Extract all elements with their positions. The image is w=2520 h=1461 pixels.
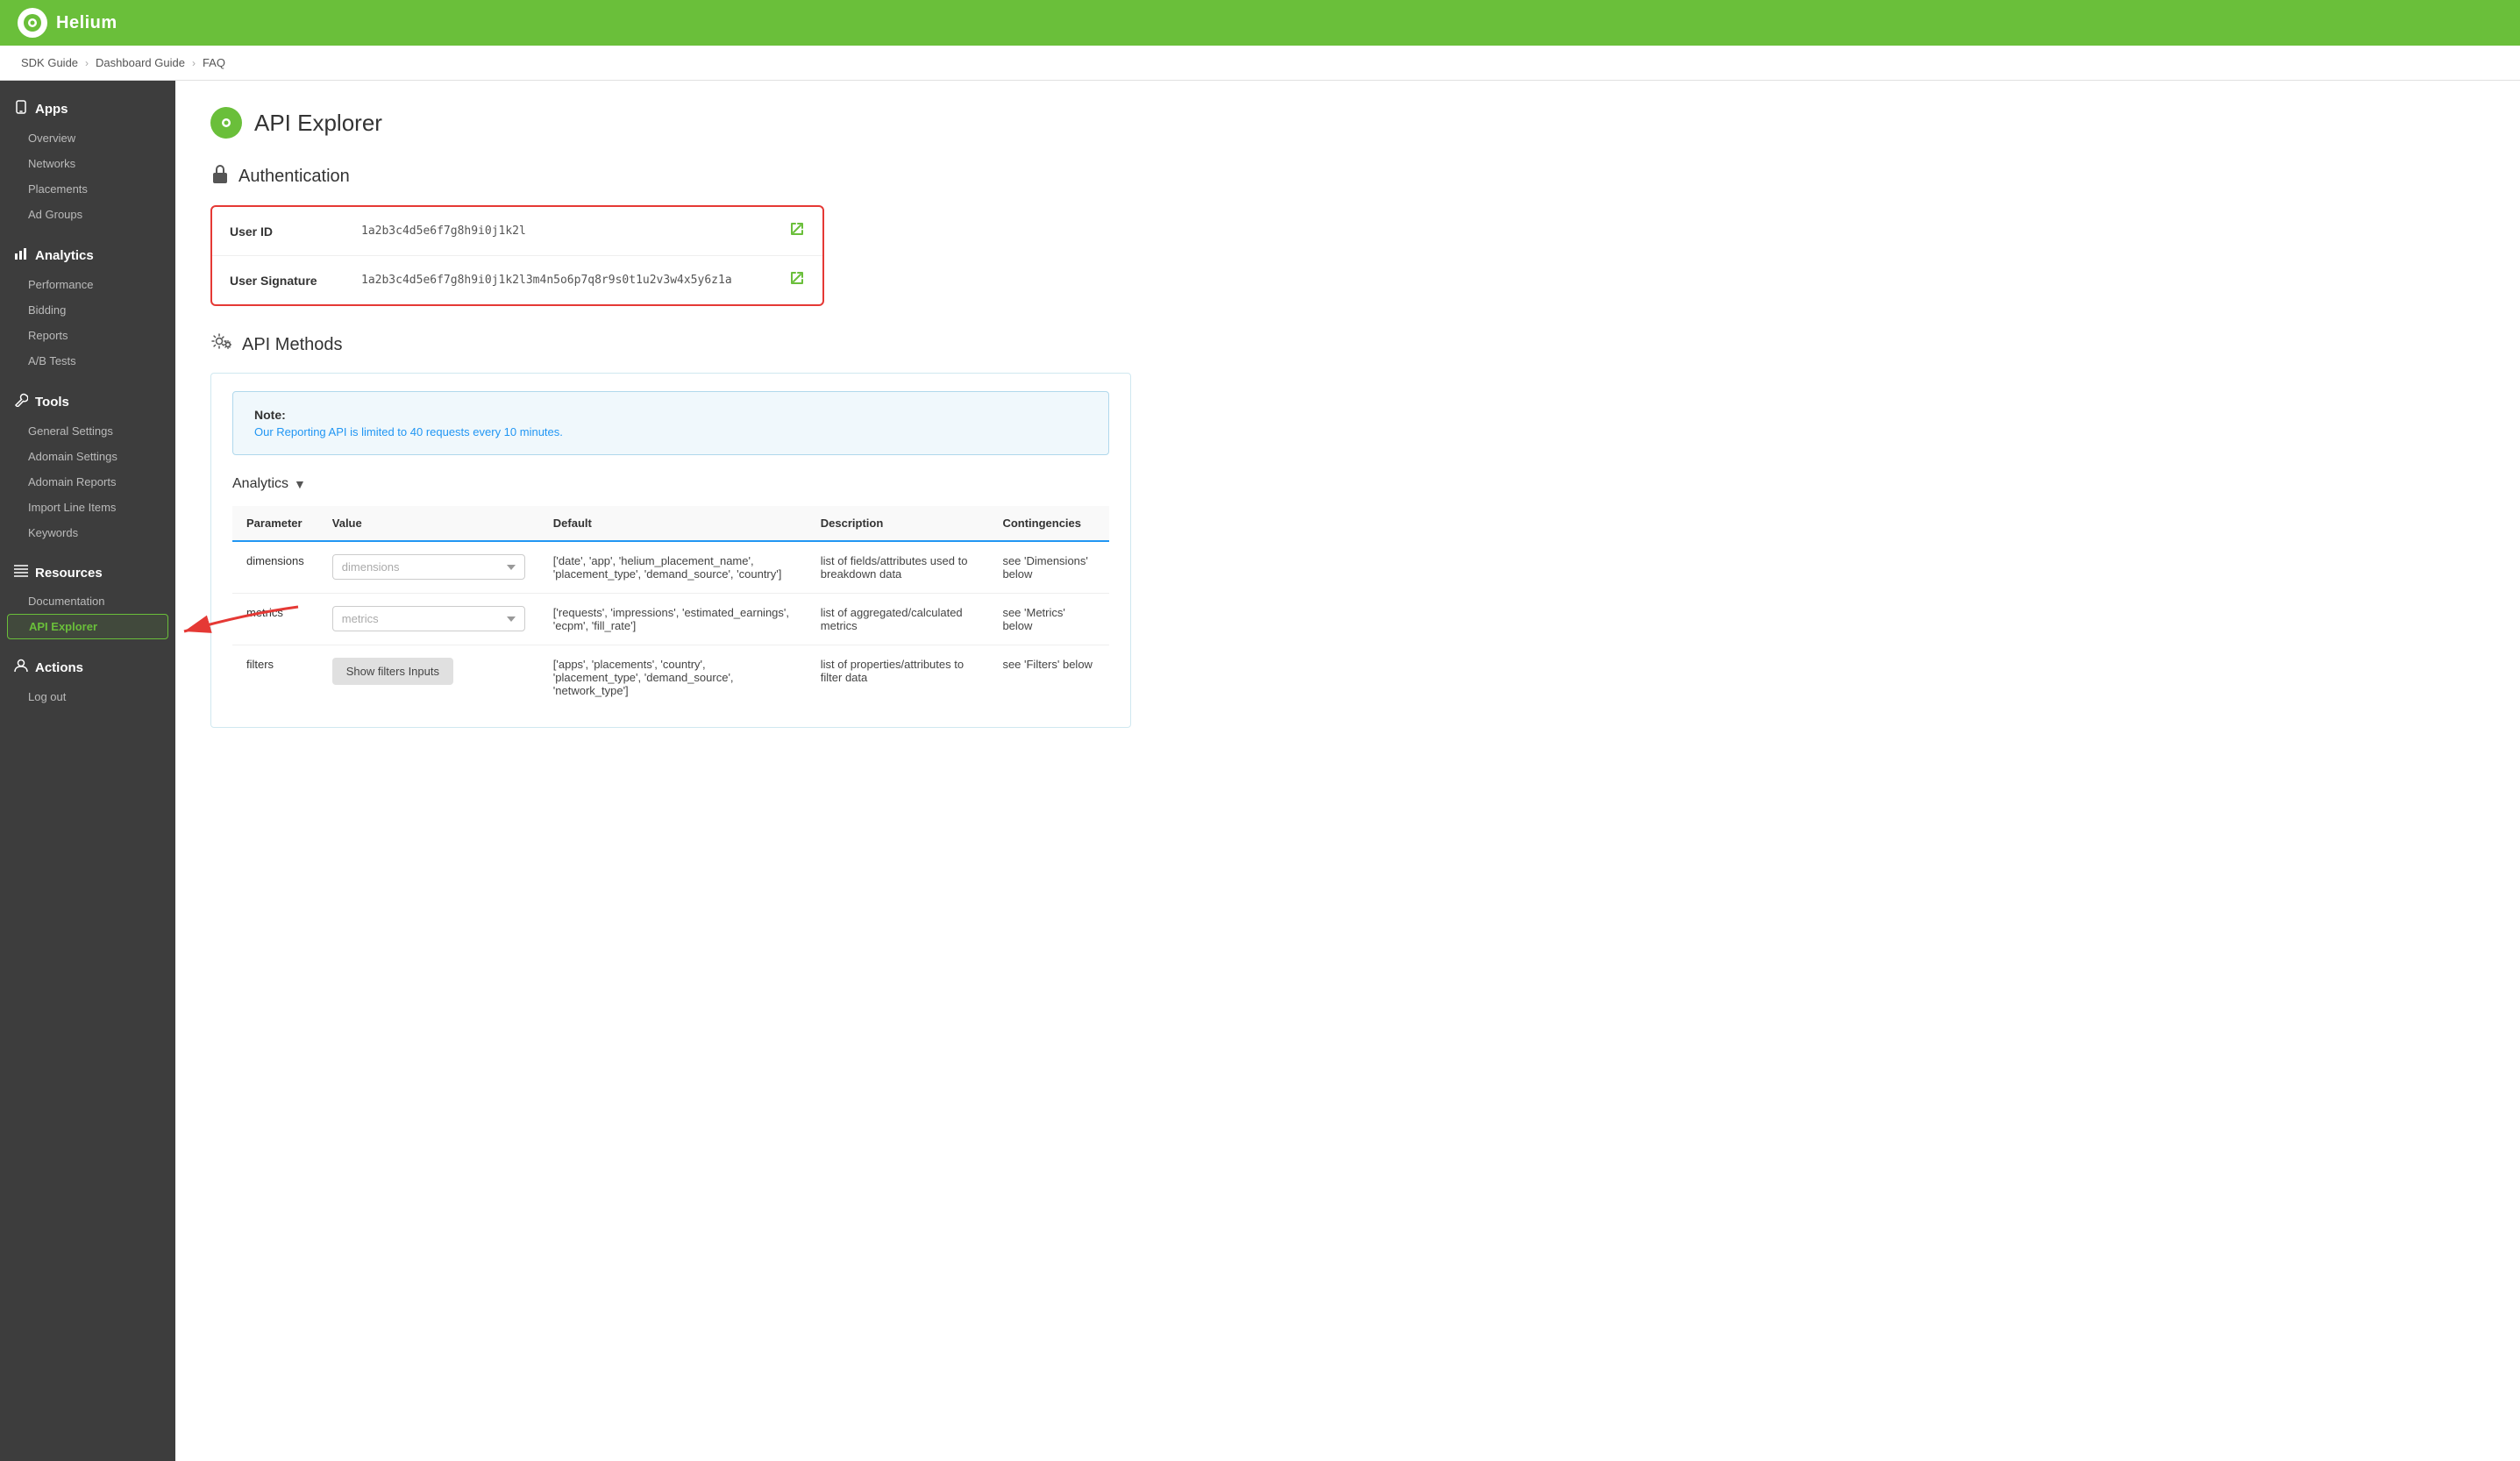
metrics-contingencies: see 'Metrics' below [988,594,1109,645]
filters-contingencies: see 'Filters' below [988,645,1109,710]
sidebar-item-import-line-items[interactable]: Import Line Items [0,495,175,520]
sidebar-section-resources[interactable]: Resources [0,554,175,588]
user-id-value: 1a2b3c4d5e6f7g8h9i0j1k2l [361,224,789,238]
sidebar-apps-label: Apps [35,102,68,117]
col-description: Description [807,506,989,541]
dimensions-contingencies: see 'Dimensions' below [988,541,1109,594]
col-parameter: Parameter [232,506,318,541]
filters-description: list of properties/attributes to filter … [807,645,989,710]
sidebar-analytics-label: Analytics [35,248,94,263]
sidebar-actions-label: Actions [35,660,83,675]
main-content: API Explorer Authentication User ID 1a2b… [175,81,2520,1461]
note-title: Note: [254,408,1087,422]
user-signature-link-icon[interactable] [789,270,805,290]
sidebar-item-documentation[interactable]: Documentation [0,588,175,614]
sidebar: Apps Overview Networks Placements Ad Gro… [0,81,175,1461]
sidebar-section-actions[interactable]: Actions [0,648,175,684]
table-row: metrics metrics ['requests', 'impression… [232,594,1109,645]
sidebar-item-logout[interactable]: Log out [0,684,175,709]
user-signature-value: 1a2b3c4d5e6f7g8h9i0j1k2l3m4n5o6p7q8r9s0t… [361,274,789,287]
user-signature-label: User Signature [230,274,361,288]
param-dimensions: dimensions [246,554,304,567]
dimensions-description: list of fields/attributes used to breakd… [807,541,989,594]
sidebar-item-performance[interactable]: Performance [0,272,175,297]
metrics-description: list of aggregated/calculated metrics [807,594,989,645]
user-id-link-icon[interactable] [789,221,805,241]
sidebar-item-networks[interactable]: Networks [0,151,175,176]
api-explorer-icon [210,107,242,139]
api-table: Parameter Value Default Description Cont… [232,506,1109,709]
col-default: Default [539,506,807,541]
breadcrumb: SDK Guide › Dashboard Guide › FAQ [0,46,2520,81]
sidebar-section-tools[interactable]: Tools [0,382,175,418]
api-methods-section-header: API Methods [210,332,2485,357]
sidebar-item-reports[interactable]: Reports [0,323,175,348]
analytics-label: Analytics [232,476,288,492]
sidebar-item-general-settings[interactable]: General Settings [0,418,175,444]
auth-box: User ID 1a2b3c4d5e6f7g8h9i0j1k2l User Si… [210,205,824,306]
filters-default: ['apps', 'placements', 'country', 'place… [539,645,807,710]
sidebar-section-apps[interactable]: Apps [0,89,175,125]
api-methods-title: API Methods [242,335,343,355]
logo-text: Helium [56,13,117,33]
show-filters-button[interactable]: Show filters Inputs [332,658,453,685]
sidebar-item-abtests[interactable]: A/B Tests [0,348,175,374]
col-value: Value [318,506,539,541]
table-row: filters Show filters Inputs ['apps', 'pl… [232,645,1109,710]
phone-icon [14,100,28,118]
sidebar-item-overview[interactable]: Overview [0,125,175,151]
metrics-default: ['requests', 'impressions', 'estimated_e… [539,594,807,645]
sidebar-item-placements[interactable]: Placements [0,176,175,202]
main-layout: Apps Overview Networks Placements Ad Gro… [0,81,2520,1461]
sidebar-resources-label: Resources [35,566,103,581]
auth-title: Authentication [238,167,350,187]
lock-icon [210,163,230,189]
sidebar-item-keywords[interactable]: Keywords [0,520,175,545]
analytics-icon [14,246,28,265]
metrics-select[interactable]: metrics [332,606,525,631]
dimensions-select[interactable]: dimensions [332,554,525,580]
resources-icon [14,565,28,581]
gears-icon [210,332,233,357]
page-title: API Explorer [254,110,382,137]
logo-icon [18,8,47,38]
user-icon [14,659,28,677]
sidebar-item-adomain-settings[interactable]: Adomain Settings [0,444,175,469]
user-signature-row: User Signature 1a2b3c4d5e6f7g8h9i0j1k2l3… [212,256,822,304]
breadcrumb-faq[interactable]: FAQ [203,56,225,69]
note-text: Our Reporting API is limited to 40 reque… [254,425,1087,438]
sidebar-section-analytics[interactable]: Analytics [0,236,175,272]
sidebar-item-adomain-reports[interactable]: Adomain Reports [0,469,175,495]
outer-methods-box: Note: Our Reporting API is limited to 40… [210,373,1131,728]
wrench-icon [14,393,28,411]
sidebar-item-adgroups[interactable]: Ad Groups [0,202,175,227]
top-bar: Helium [0,0,2520,46]
dropdown-arrow-icon: ▼ [294,477,306,491]
breadcrumb-sep-2: › [192,57,196,69]
sidebar-item-bidding[interactable]: Bidding [0,297,175,323]
table-row: dimensions dimensions ['date', 'app', 'h… [232,541,1109,594]
dimensions-default: ['date', 'app', 'helium_placement_name',… [539,541,807,594]
param-filters: filters [246,658,274,671]
param-metrics: metrics [246,606,283,619]
breadcrumb-dashboard-guide[interactable]: Dashboard Guide [96,56,185,69]
analytics-dropdown[interactable]: Analytics ▼ [232,476,1109,492]
page-title-row: API Explorer [210,107,2485,139]
note-box: Note: Our Reporting API is limited to 40… [232,391,1109,455]
user-id-row: User ID 1a2b3c4d5e6f7g8h9i0j1k2l [212,207,822,256]
breadcrumb-sdk-guide[interactable]: SDK Guide [21,56,78,69]
user-id-label: User ID [230,224,361,239]
sidebar-tools-label: Tools [35,395,69,410]
sidebar-item-api-explorer[interactable]: API Explorer [7,614,168,639]
auth-section-header: Authentication [210,163,2485,189]
col-contingencies: Contingencies [988,506,1109,541]
breadcrumb-sep-1: › [85,57,89,69]
